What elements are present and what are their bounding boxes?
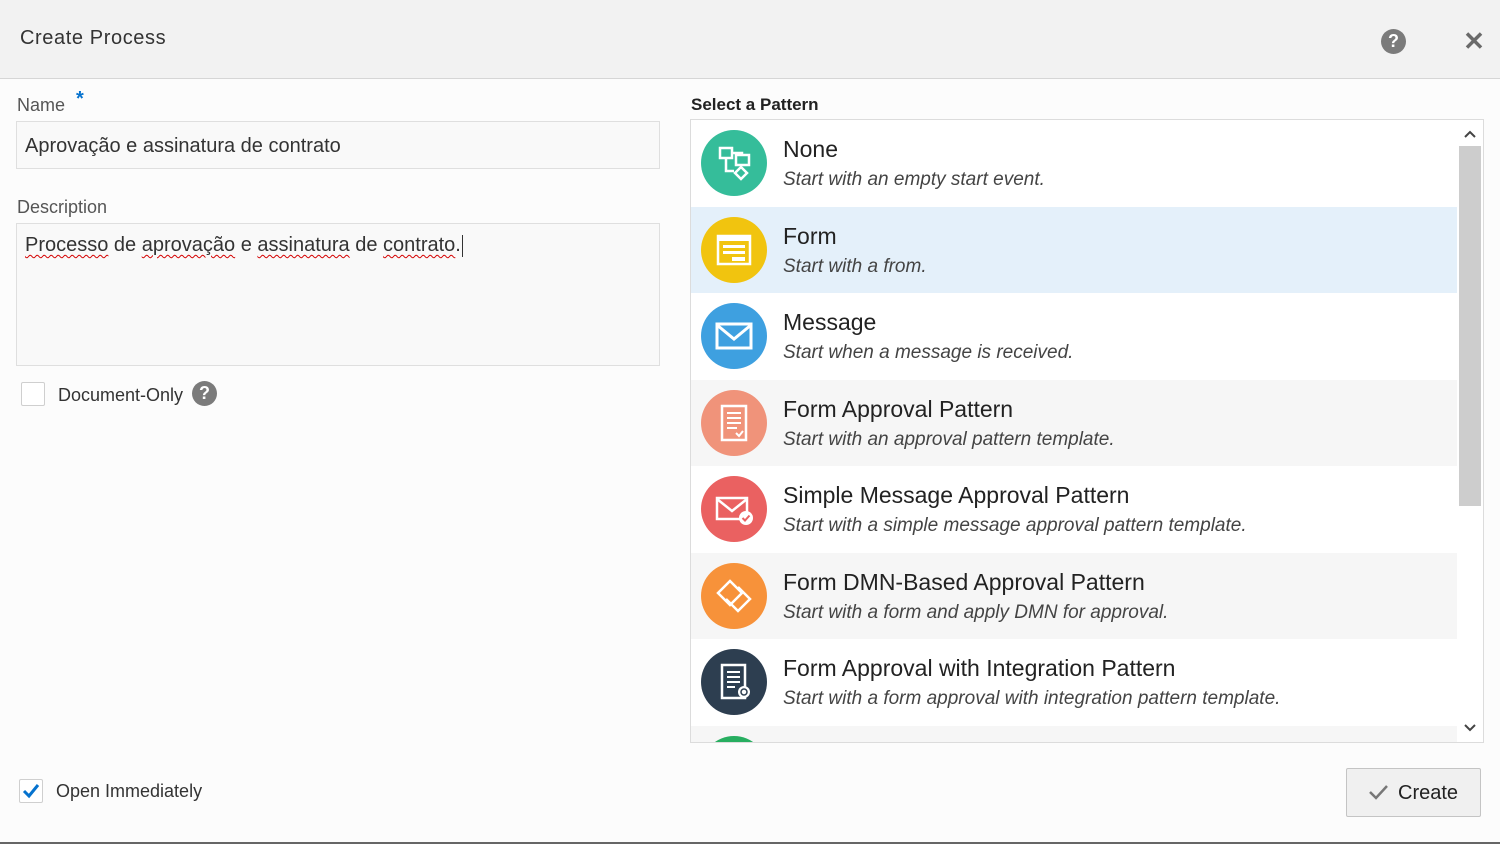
document-only-checkbox[interactable] <box>21 382 45 406</box>
pattern-name: Message <box>783 309 877 335</box>
help-icon[interactable]: ? <box>1381 29 1406 54</box>
pattern-description: Start with an approval pattern template. <box>783 428 1115 450</box>
scroll-thumb[interactable] <box>1459 146 1481 506</box>
pattern-name: Form Approval Pattern <box>783 395 1014 422</box>
description-word: Processo <box>25 234 109 256</box>
pattern-description: Start with a form approval with integrat… <box>783 688 1281 709</box>
dialog-title: Create Process <box>20 27 167 49</box>
pattern-name: Simple Message Approval Pattern <box>783 482 1130 508</box>
description-word: e <box>235 234 258 256</box>
pattern-description: Start with a simple message approval pat… <box>783 515 1247 536</box>
checkmark-icon <box>22 784 40 799</box>
description-word: . <box>455 234 461 256</box>
pattern-item[interactable]: Message Start when a message is received. <box>691 293 1457 379</box>
close-icon[interactable]: ✕ <box>1461 28 1487 54</box>
description-label: Description <box>17 197 108 217</box>
partially-visible-icon <box>701 735 767 742</box>
select-pattern-title: Select a Pattern <box>691 95 819 114</box>
document-only-help-icon[interactable]: ? <box>192 381 217 406</box>
document-only-label: Document-Only <box>58 385 184 405</box>
flow-diagram-icon <box>701 130 767 196</box>
form-icon <box>701 216 767 283</box>
pattern-description: Start with a from. <box>783 255 927 277</box>
description-word: de <box>108 234 142 256</box>
scroll-up-icon[interactable] <box>1462 124 1478 144</box>
decision-diamond-icon <box>701 562 767 629</box>
pattern-description: Start when a message is received. <box>783 342 1074 363</box>
pattern-item[interactable]: None Start with an empty start event. <box>691 120 1457 206</box>
checkmark-icon <box>1367 781 1389 809</box>
envelope-icon <box>701 303 767 369</box>
description-word: aprovação <box>141 234 236 256</box>
checklist-form-icon <box>701 389 767 456</box>
description-word: assinatura <box>257 234 350 256</box>
pattern-item[interactable]: Form Approval with Integration Pattern St… <box>691 639 1457 725</box>
create-button[interactable]: Create <box>1346 768 1481 817</box>
pattern-item[interactable]: Form DMN-Based Approval Pattern Start wit… <box>691 552 1457 639</box>
create-process-dialog: Create Process ? ✕ Name * Aprovação e as… <box>0 0 1500 844</box>
pattern-description: Start with an empty start event. <box>783 169 1045 190</box>
pattern-list: None Start with an empty start event. Form… <box>690 119 1484 743</box>
pattern-item[interactable]: Simple Message Approval Pattern Start wit… <box>691 466 1457 552</box>
scrollbar[interactable] <box>1457 120 1483 742</box>
create-button-label: Create <box>1398 782 1459 804</box>
open-immediately-checkbox[interactable] <box>19 779 43 803</box>
description-word: contrato <box>383 234 456 256</box>
name-label: Name <box>17 95 66 115</box>
pattern-name: Form DMN-Based Approval Pattern <box>783 568 1145 595</box>
text-caret <box>461 234 463 257</box>
scroll-down-icon[interactable] <box>1462 718 1478 738</box>
required-marker: * <box>76 88 84 110</box>
name-input[interactable]: Aprovação e assinatura de contrato <box>16 121 660 169</box>
pattern-name: None <box>783 136 838 162</box>
open-immediately-label: Open Immediately <box>56 781 203 801</box>
description-textarea[interactable]: Processo de aprovação e assinatura de co… <box>16 223 660 366</box>
pattern-name: Form <box>783 222 837 249</box>
description-word: de <box>349 234 384 256</box>
pattern-name: Form Approval with Integration Pattern <box>783 655 1176 681</box>
envelope-check-icon <box>701 476 767 542</box>
pattern-description: Start with a form and apply DMN for appr… <box>783 601 1169 623</box>
form-gear-icon <box>701 649 767 715</box>
pattern-item[interactable]: Form Approval Pattern Start with an appro… <box>691 379 1457 466</box>
pattern-item[interactable] <box>691 725 1457 742</box>
pattern-item[interactable]: Form Start with a from. <box>691 206 1457 293</box>
dialog-header: Create Process ? ✕ <box>0 0 1500 79</box>
